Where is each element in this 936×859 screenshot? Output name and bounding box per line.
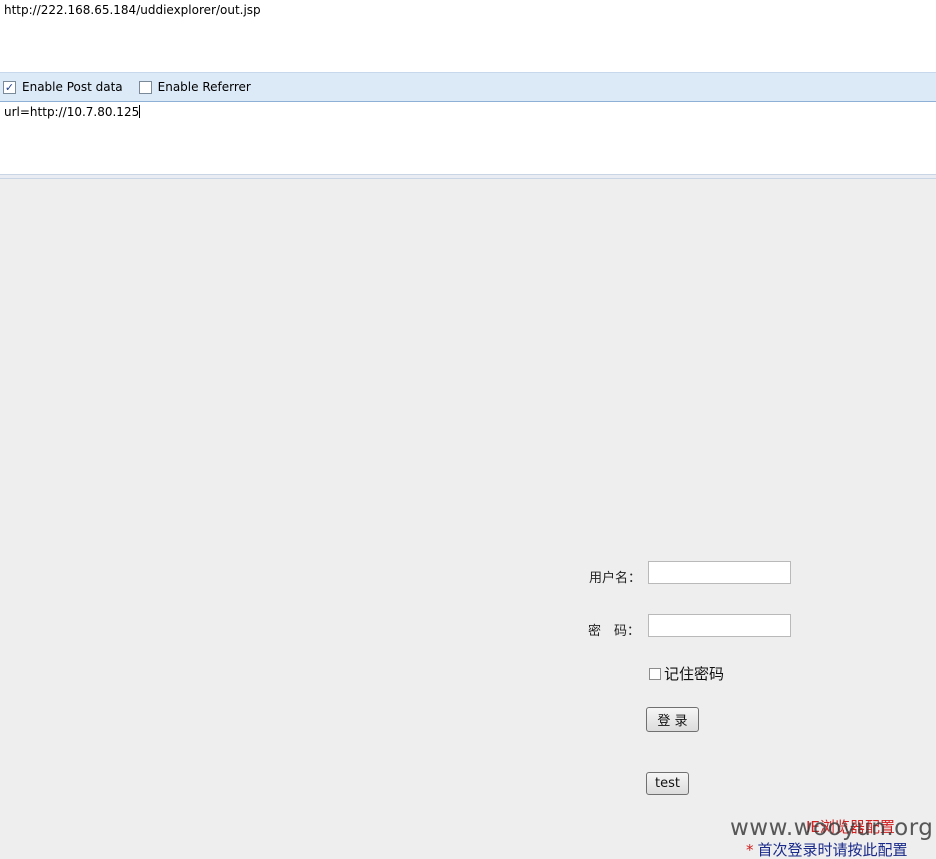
first-login-text: 首次登录时请按此配置 xyxy=(757,841,908,859)
url-text: http://222.168.65.184/uddiexplorer/out.j… xyxy=(4,3,261,17)
enable-post-option[interactable]: ✓ Enable Post data xyxy=(3,80,123,94)
browser-tool-window: http://222.168.65.184/uddiexplorer/out.j… xyxy=(0,0,936,859)
text-caret xyxy=(139,105,141,118)
password-label: 密 码： xyxy=(588,624,641,639)
options-toolbar: ✓ Enable Post data Enable Referrer xyxy=(0,72,936,102)
post-data-textarea[interactable]: url=http://10.7.80.125 xyxy=(0,102,936,174)
url-textarea[interactable]: http://222.168.65.184/uddiexplorer/out.j… xyxy=(0,0,936,72)
login-button[interactable]: 登 录 xyxy=(646,707,699,732)
remember-password-label: 记住密码 xyxy=(664,665,725,683)
username-label: 用户名： xyxy=(589,571,642,586)
enable-post-checkbox[interactable]: ✓ xyxy=(3,80,16,94)
remember-password-option[interactable]: 记住密码 xyxy=(649,663,724,684)
username-input[interactable] xyxy=(648,561,791,584)
password-input[interactable] xyxy=(648,614,791,637)
enable-referrer-label: Enable Referrer xyxy=(157,80,251,94)
first-login-note[interactable]: * 首次登录时请按此配置 xyxy=(746,839,908,859)
enable-referrer-option[interactable]: Enable Referrer xyxy=(138,80,251,94)
enable-post-label: Enable Post data xyxy=(22,80,123,94)
remember-password-checkbox[interactable] xyxy=(649,667,661,680)
test-button[interactable]: test xyxy=(646,772,689,795)
enable-referrer-checkbox[interactable] xyxy=(138,80,152,94)
required-star: * xyxy=(746,841,754,859)
watermark: www.wooyun.org xyxy=(730,815,934,841)
login-page: 用户名： 密 码： 记住密码 登 录 test IE浏览器配置 * 首次登录时请按… xyxy=(0,179,936,859)
post-data-text: url=http://10.7.80.125 xyxy=(4,105,140,119)
